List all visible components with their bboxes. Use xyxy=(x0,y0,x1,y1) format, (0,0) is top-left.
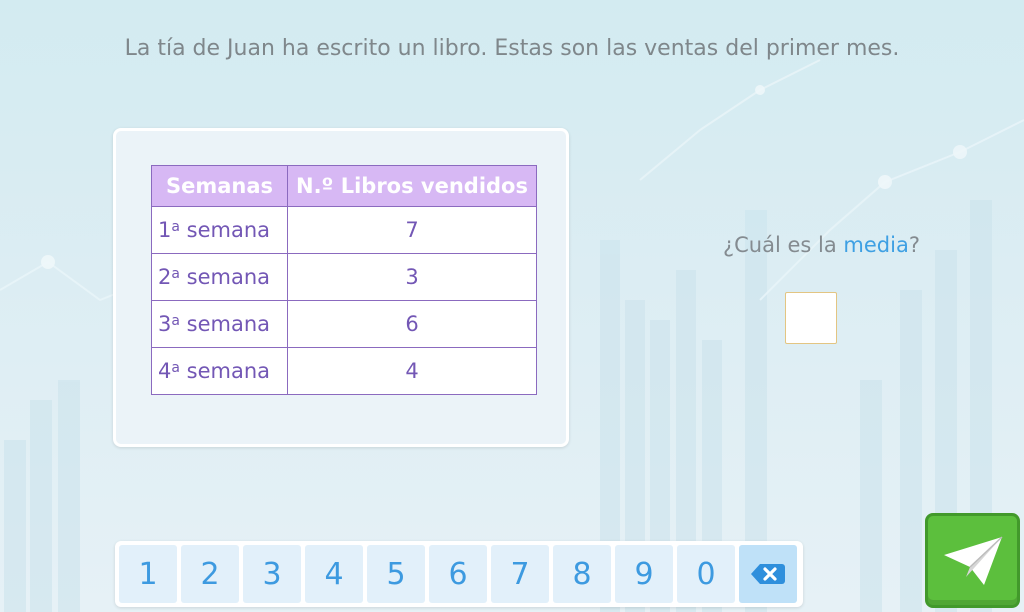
send-button[interactable] xyxy=(925,513,1020,608)
table-header-row: Semanas N.º Libros vendidos xyxy=(151,165,537,207)
prompt-text: La tía de Juan ha escrito un libro. Esta… xyxy=(124,36,900,61)
column-header-weeks: Semanas xyxy=(151,165,288,207)
delete-key[interactable] xyxy=(739,545,797,603)
key-6[interactable]: 6 xyxy=(429,545,487,603)
key-5[interactable]: 5 xyxy=(367,545,425,603)
week-cell: 3a semana xyxy=(151,300,288,348)
table-row: 2a semana 3 xyxy=(151,253,537,301)
key-7[interactable]: 7 xyxy=(491,545,549,603)
table-row: 4a semana 4 xyxy=(151,347,537,395)
column-header-books-sold: N.º Libros vendidos xyxy=(287,165,537,207)
key-9[interactable]: 9 xyxy=(615,545,673,603)
key-2[interactable]: 2 xyxy=(181,545,239,603)
week-cell: 1a semana xyxy=(151,206,288,254)
key-0[interactable]: 0 xyxy=(677,545,735,603)
key-8[interactable]: 8 xyxy=(553,545,611,603)
books-sold-cell: 3 xyxy=(287,253,537,301)
key-4[interactable]: 4 xyxy=(305,545,363,603)
table-card: Semanas N.º Libros vendidos 1a semana 7 … xyxy=(113,128,569,447)
table-row: 1a semana 7 xyxy=(151,206,537,254)
highlighted-term: media xyxy=(843,233,909,257)
number-keypad: 1 2 3 4 5 6 7 8 9 0 xyxy=(115,541,803,607)
question-text: ¿Cuál es la media? xyxy=(723,233,920,257)
sales-table: Semanas N.º Libros vendidos 1a semana 7 … xyxy=(151,165,537,395)
week-cell: 4a semana xyxy=(151,347,288,395)
week-cell: 2a semana xyxy=(151,253,288,301)
key-3[interactable]: 3 xyxy=(243,545,301,603)
books-sold-cell: 6 xyxy=(287,300,537,348)
books-sold-cell: 7 xyxy=(287,206,537,254)
key-1[interactable]: 1 xyxy=(119,545,177,603)
books-sold-cell: 4 xyxy=(287,347,537,395)
table-row: 3a semana 6 xyxy=(151,300,537,348)
backspace-icon xyxy=(751,564,785,584)
paper-plane-icon xyxy=(943,535,1003,585)
answer-input-box[interactable] xyxy=(785,292,837,344)
